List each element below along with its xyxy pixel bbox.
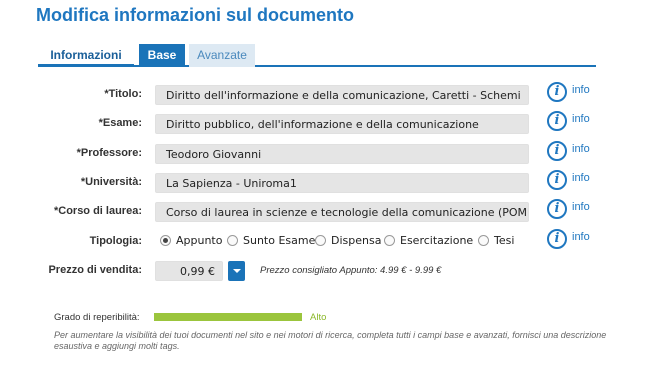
- tab-bar: Informazioni Base Avanzate: [38, 44, 596, 67]
- universita-label: *Università:: [80, 176, 142, 188]
- prezzo-hint: Prezzo consigliato Appunto: 4.99 € - 9.9…: [260, 265, 442, 276]
- radio-label[interactable]: Sunto Esame: [243, 234, 315, 247]
- reperibilita-bar-fill: [154, 313, 302, 321]
- reperibilita-bar: [154, 313, 302, 321]
- info-icon[interactable]: i: [547, 141, 567, 161]
- info-label[interactable]: info: [572, 172, 590, 184]
- info-label[interactable]: info: [572, 201, 590, 213]
- titolo-field[interactable]: Diritto dell'informazione e della comuni…: [155, 85, 529, 105]
- professore-field[interactable]: Teodoro Giovanni: [155, 144, 529, 164]
- radio-label[interactable]: Dispensa: [331, 234, 381, 247]
- radio-button[interactable]: [478, 235, 489, 246]
- chevron-down-icon[interactable]: [228, 261, 245, 281]
- corso-row: *Corso di laurea: Corso di laurea in sci…: [0, 199, 660, 224]
- reperibilita-label: Grado di reperibilità:: [54, 312, 140, 323]
- prezzo-field[interactable]: 0,99 €: [155, 261, 223, 281]
- professore-row: *Professore: Teodoro Giovanni i info: [0, 141, 660, 166]
- tipologia-label: Tipologia:: [89, 235, 142, 247]
- radio-label[interactable]: Tesi: [494, 234, 514, 247]
- info-label[interactable]: info: [572, 231, 590, 243]
- esame-label: *Esame:: [98, 117, 142, 129]
- radio-button[interactable]: [227, 235, 238, 246]
- tab-avanzate[interactable]: Avanzate: [189, 44, 255, 67]
- prezzo-label: Prezzo di vendita:: [48, 264, 142, 276]
- tab-base[interactable]: Base: [139, 44, 185, 67]
- page-title: Modifica informazioni sul documento: [36, 5, 355, 25]
- radio-button[interactable]: [384, 235, 395, 246]
- info-icon[interactable]: i: [547, 199, 567, 219]
- universita-field[interactable]: La Sapienza - Uniroma1: [155, 173, 529, 193]
- tipologia-row: Tipologia: Appunto Sunto Esame Dispensa …: [0, 229, 660, 254]
- tab-informazioni: Informazioni: [38, 44, 134, 67]
- radio-button[interactable]: [160, 235, 171, 246]
- info-icon[interactable]: i: [547, 229, 567, 249]
- info-label[interactable]: info: [572, 84, 590, 96]
- info-label[interactable]: info: [572, 113, 590, 125]
- professore-label: *Professore:: [76, 147, 142, 159]
- info-icon[interactable]: i: [547, 170, 567, 190]
- esame-field[interactable]: Diritto pubblico, dell'informazione e de…: [155, 114, 529, 134]
- reperibilita-help: Per aumentare la visibilità dei tuoi doc…: [54, 330, 607, 351]
- reperibilita-value: Alto: [310, 312, 327, 323]
- info-icon[interactable]: i: [547, 82, 567, 102]
- corso-field[interactable]: Corso di laurea in scienze e tecnologie …: [155, 202, 529, 222]
- info-icon[interactable]: i: [547, 111, 567, 131]
- info-label[interactable]: info: [572, 143, 590, 155]
- radio-label[interactable]: Appunto: [176, 234, 222, 247]
- radio-button[interactable]: [315, 235, 326, 246]
- titolo-label: *Titolo:: [104, 88, 142, 100]
- titolo-row: *Titolo: Diritto dell'informazione e del…: [0, 82, 660, 107]
- prezzo-row: Prezzo di vendita: 0,99 € Prezzo consigl…: [0, 261, 660, 283]
- esame-row: *Esame: Diritto pubblico, dell'informazi…: [0, 111, 660, 136]
- radio-label[interactable]: Esercitazione: [400, 234, 473, 247]
- universita-row: *Università: La Sapienza - Uniroma1 i in…: [0, 170, 660, 195]
- corso-label: *Corso di laurea:: [53, 205, 142, 217]
